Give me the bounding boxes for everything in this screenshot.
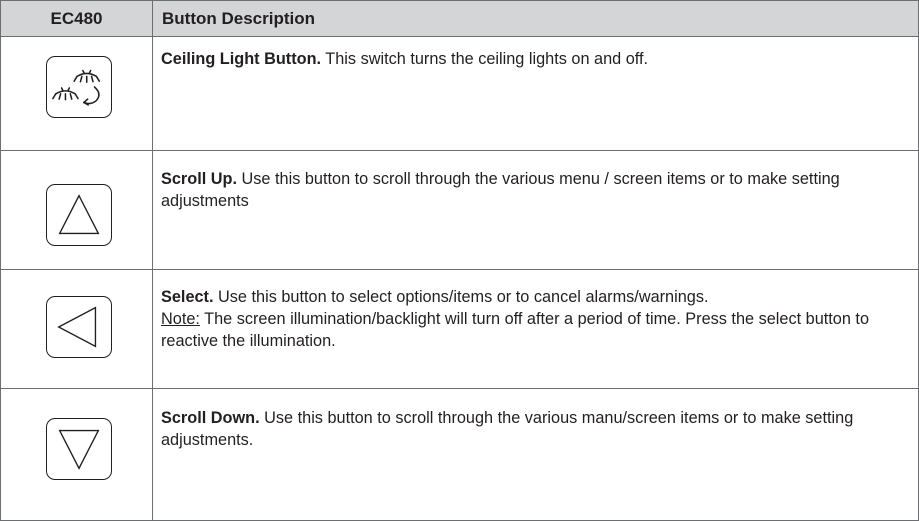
row-text: Use this button to scroll through the va… <box>161 409 854 449</box>
row-select-description: Select. Use this button to select option… <box>161 286 906 352</box>
row-title: Scroll Down. <box>161 409 260 427</box>
note-label: Note: <box>161 310 200 328</box>
row-text: Use this button to select options/items … <box>213 288 709 306</box>
header-model: EC480 <box>50 9 103 28</box>
row-ceiling-light-description: Ceiling Light Button. This switch turns … <box>161 48 906 70</box>
row-title: Ceiling Light Button. <box>161 50 322 68</box>
triangle-up-icon <box>58 194 100 235</box>
triangle-left-icon <box>57 306 97 348</box>
row-scroll-up-description: Scroll Up. Use this button to scroll thr… <box>161 168 906 212</box>
select-button[interactable] <box>46 296 112 358</box>
row-divider <box>1 388 918 389</box>
ceiling-light-icon <box>52 69 101 106</box>
column-divider <box>152 0 153 520</box>
ceiling-light-button[interactable] <box>46 56 112 118</box>
row-title: Select. <box>161 288 214 306</box>
row-scroll-down-description: Scroll Down. Use this button to scroll t… <box>161 407 906 451</box>
row-divider <box>1 269 918 270</box>
note-text: The screen illumination/backlight will t… <box>161 310 870 350</box>
row-title: Scroll Up. <box>161 170 237 188</box>
row-text: This switch turns the ceiling lights on … <box>321 50 649 68</box>
scroll-down-button[interactable] <box>46 418 112 480</box>
header-description: Button Description <box>162 9 315 28</box>
scroll-up-button[interactable] <box>46 184 112 246</box>
triangle-down-icon <box>58 429 100 470</box>
button-description-table: EC480 Button Description Ceiling Light B… <box>0 0 919 521</box>
table-header: EC480 Button Description <box>1 0 918 37</box>
row-text: Use this button to scroll through the va… <box>161 170 840 210</box>
row-divider <box>1 150 918 151</box>
